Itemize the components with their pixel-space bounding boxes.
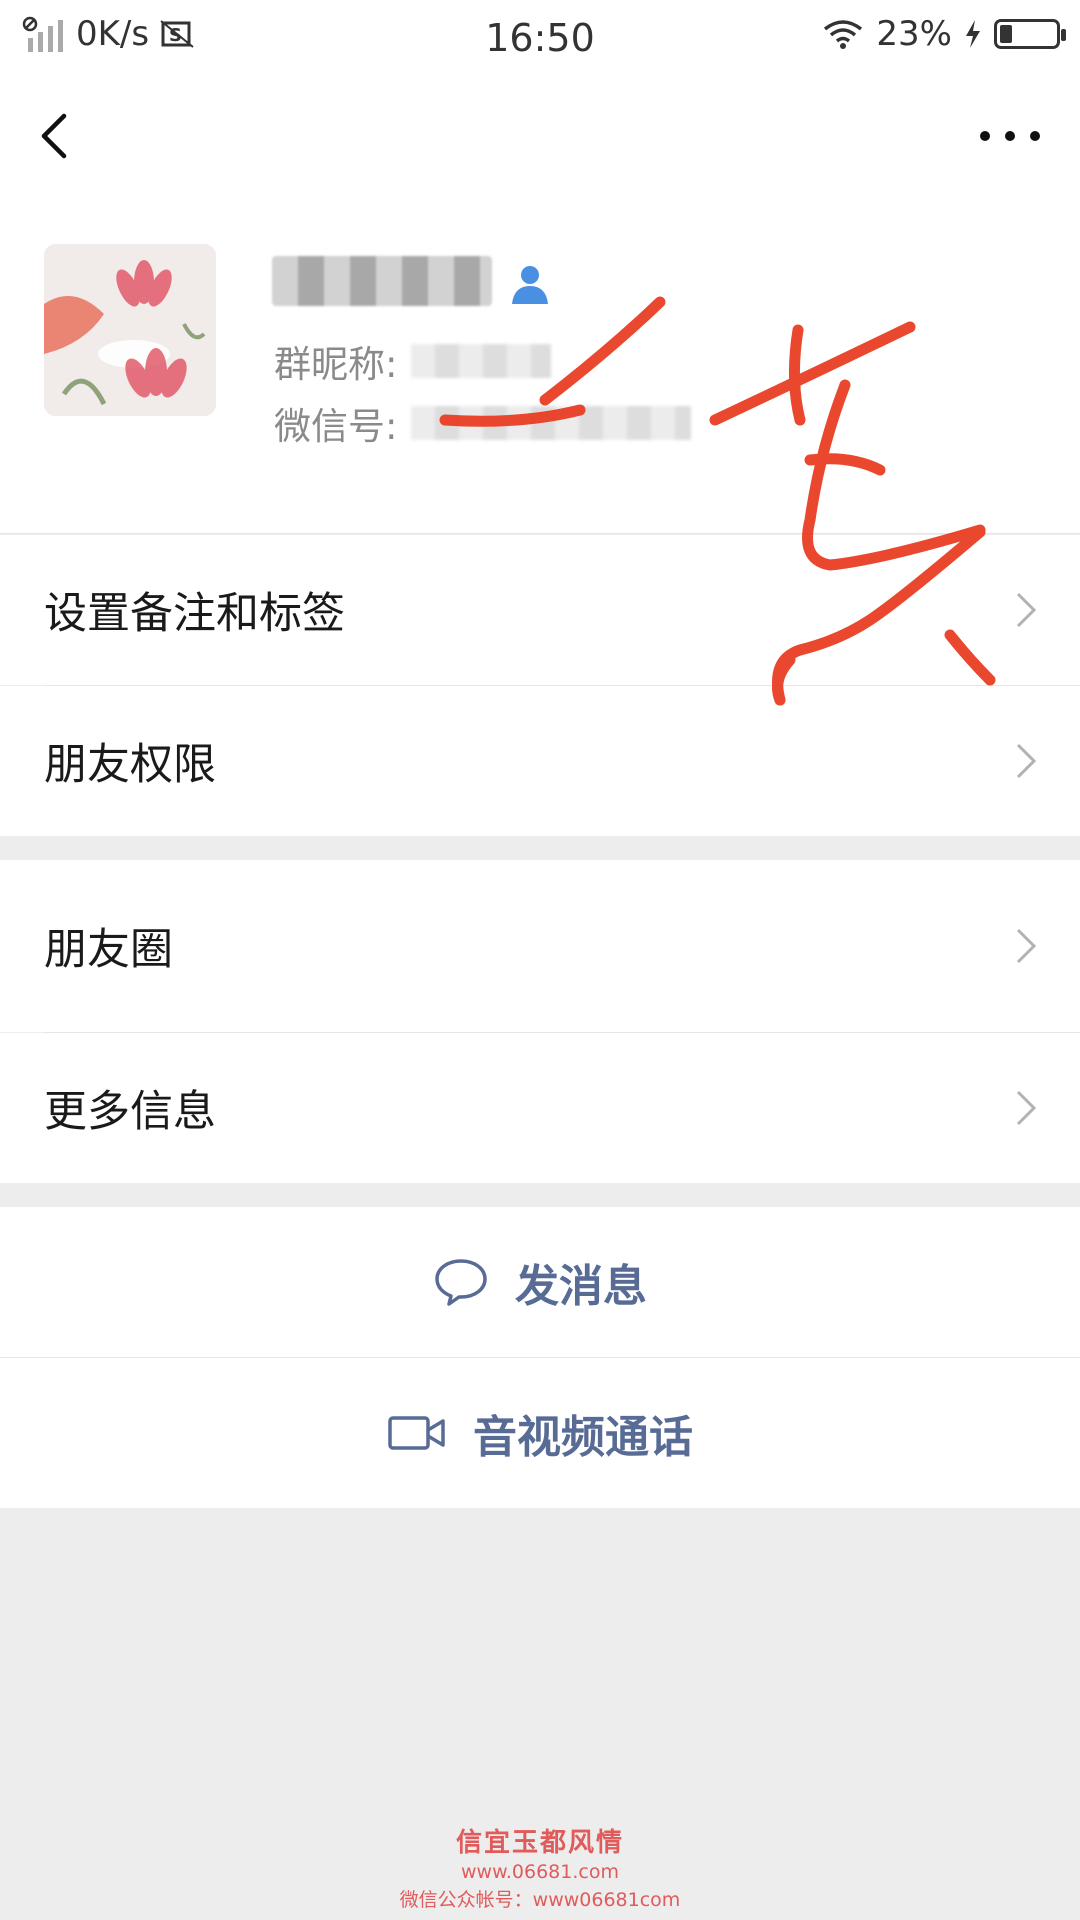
video-call-button[interactable]: 音视频通话 [0,1358,1080,1508]
chevron-left-icon [41,113,67,159]
chat-bubble-icon [435,1259,487,1306]
display-name-redacted [272,256,492,306]
battery-percent: 23% [876,14,952,54]
more-info-cell[interactable]: 更多信息 [0,1033,1080,1183]
set-remark-tags-cell[interactable]: 设置备注和标签 [0,535,1080,685]
battery-icon [994,19,1066,49]
chevron-right-icon [1016,743,1037,779]
group-nickname-row: 群昵称: [274,334,552,388]
watermark: 信宜玉都风情 www.06681.com 微信公众帐号：www06681com [0,1822,1080,1912]
battery-fill [1000,25,1013,43]
watermark-url: www.06681.com [461,1861,619,1883]
more-dots-icon [980,131,990,141]
cell-label: 更多信息 [44,1087,216,1137]
wifi-icon [824,20,863,49]
cell-label: 朋友圈 [44,925,173,975]
charging-icon [966,20,980,48]
wechat-id-label: 微信号: [274,405,398,448]
send-message-button[interactable]: 发消息 [0,1207,1080,1357]
more-button[interactable] [980,106,1040,166]
chevron-right-icon [1016,928,1037,964]
video-call-label: 音视频通话 [473,1412,693,1463]
watermark-title: 信宜玉都风情 [455,1828,624,1858]
wechat-id-redacted [411,406,692,440]
avatar[interactable] [44,244,216,416]
cell-label: 朋友权限 [44,740,216,790]
more-dot [1030,131,1040,141]
lotus-avatar-image [44,244,216,416]
nav-bar [0,76,1080,196]
send-message-label: 发消息 [515,1261,647,1312]
chevron-right-icon [1016,592,1037,628]
status-right: 23% [822,14,1066,54]
moments-cell[interactable]: 朋友圈 [0,860,1080,1032]
status-bar: 0K/s S 16:50 23% [0,0,1080,76]
chevron-right-icon [1016,1090,1037,1126]
friend-permissions-cell[interactable]: 朋友权限 [0,686,1080,836]
person-icon [512,266,548,304]
cell-label: 设置备注和标签 [44,589,345,639]
watermark-subtitle: 微信公众帐号：www06681com [399,1889,681,1911]
group-nickname-label: 群昵称: [274,343,398,386]
video-camera-icon [388,1416,445,1450]
group-nickname-redacted [411,344,552,378]
profile-header: 群昵称: 微信号: [0,196,1080,534]
back-button[interactable] [30,106,90,166]
more-dot [1005,131,1015,141]
wechat-id-row: 微信号: [274,396,692,450]
